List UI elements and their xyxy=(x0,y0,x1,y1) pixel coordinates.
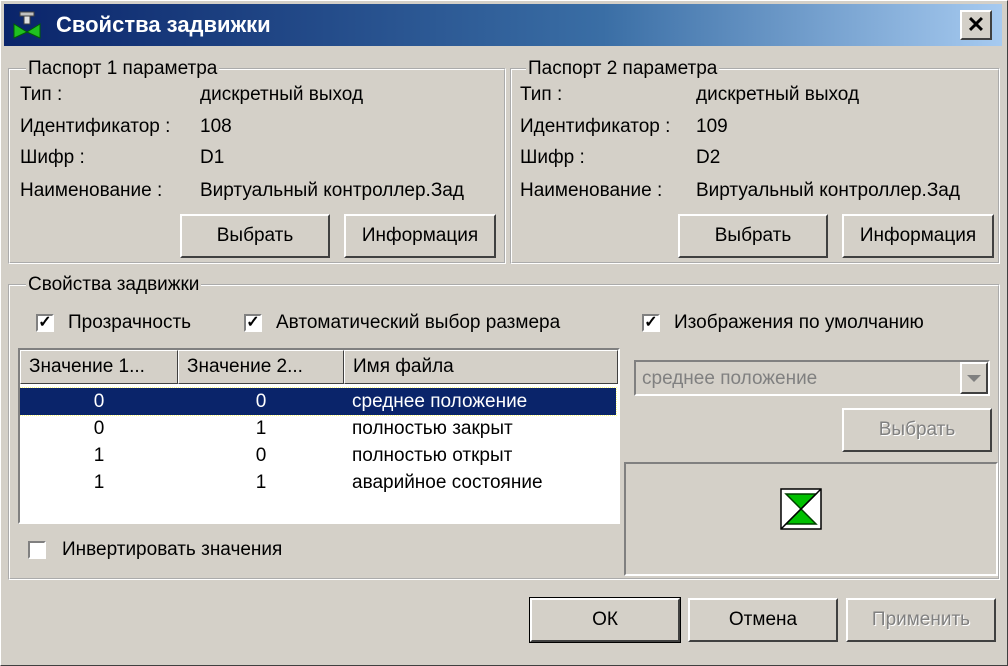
p1-select-button[interactable]: Выбрать xyxy=(180,214,330,258)
p2-name-value: Виртуальный контроллер.Зад xyxy=(696,180,960,201)
invert-checkbox[interactable] xyxy=(28,541,46,559)
cell-value2: 0 xyxy=(255,444,267,466)
p1-name-value: Виртуальный контроллер.Зад xyxy=(200,180,464,201)
column-header-value2[interactable]: Значение 2... xyxy=(178,350,344,384)
cell-value1: 1 xyxy=(93,444,105,466)
p2-type-label: Тип : xyxy=(520,84,563,105)
cell-value1: 0 xyxy=(93,390,105,412)
image-combobox[interactable]: среднее положение xyxy=(634,360,990,396)
image-preview-panel xyxy=(624,462,998,576)
window-title: Свойства задвижки xyxy=(56,12,271,37)
p2-select-button[interactable]: Выбрать xyxy=(678,214,828,258)
image-combobox-value: среднее положение xyxy=(642,368,818,389)
p2-code-label: Шифр : xyxy=(520,147,585,168)
auto-size-checkbox[interactable]: ✓ xyxy=(244,314,262,332)
transparency-label[interactable]: Прозрачность xyxy=(68,312,191,334)
close-icon: ✕ xyxy=(966,12,986,37)
p1-code-label: Шифр : xyxy=(20,147,85,168)
cancel-button[interactable]: Отмена xyxy=(688,598,838,642)
title-bar[interactable]: Свойства задвижки ✕ xyxy=(4,4,1002,46)
column-header-filename[interactable]: Имя файла xyxy=(344,350,618,384)
check-icon: ✓ xyxy=(644,314,658,331)
p2-name-label: Наименование : xyxy=(520,180,663,201)
cell-filename: среднее положение xyxy=(352,390,528,412)
valve-app-icon xyxy=(12,10,42,40)
image-table[interactable]: Значение 1... Значение 2... Имя файла 0 … xyxy=(18,348,620,524)
table-row[interactable]: 0 1 полностью закрыт xyxy=(20,415,618,442)
chevron-down-icon xyxy=(967,374,981,382)
cell-value2: 1 xyxy=(255,471,267,493)
passport-2-legend: Паспорт 2 параметра xyxy=(526,58,720,80)
p1-type-value: дискретный выход xyxy=(200,84,364,105)
cell-value1: 0 xyxy=(93,417,105,439)
p2-code-value: D2 xyxy=(696,147,721,168)
cell-value2: 1 xyxy=(255,417,267,439)
check-icon: ✓ xyxy=(246,314,260,331)
p1-id-value: 108 xyxy=(200,116,232,137)
apply-button[interactable]: Применить xyxy=(846,598,996,642)
passport-1-legend: Паспорт 1 параметра xyxy=(26,58,220,80)
close-button[interactable]: ✕ xyxy=(960,10,992,40)
p1-id-label: Идентификатор : xyxy=(20,116,171,137)
cell-filename: полностью закрыт xyxy=(352,417,513,439)
valve-preview-icon xyxy=(780,488,822,530)
image-select-button[interactable]: Выбрать xyxy=(842,408,992,452)
cell-filename: полностью открыт xyxy=(352,444,513,466)
table-row[interactable]: 0 0 среднее положение xyxy=(20,387,617,416)
table-row[interactable]: 1 0 полностью открыт xyxy=(20,442,618,469)
ok-button[interactable]: ОК xyxy=(529,597,681,643)
cell-value2: 0 xyxy=(255,390,267,412)
p1-code-value: D1 xyxy=(200,147,225,168)
column-header-value1[interactable]: Значение 1... xyxy=(20,350,178,384)
p2-id-value: 109 xyxy=(696,116,728,137)
p2-id-label: Идентификатор : xyxy=(520,116,671,137)
cell-filename: аварийное состояние xyxy=(352,471,543,493)
cell-value1: 1 xyxy=(93,471,105,493)
invert-label[interactable]: Инвертировать значения xyxy=(62,539,282,561)
combobox-dropdown-button[interactable] xyxy=(960,362,988,394)
table-body: 0 0 среднее положение 0 1 полностью закр… xyxy=(20,387,618,496)
p2-info-button[interactable]: Информация xyxy=(842,214,994,258)
p1-type-label: Тип : xyxy=(20,84,63,105)
p2-type-value: дискретный выход xyxy=(696,84,860,105)
auto-size-label[interactable]: Автоматический выбор размера xyxy=(276,312,560,334)
table-header: Значение 1... Значение 2... Имя файла xyxy=(20,350,618,384)
p1-name-label: Наименование : xyxy=(20,180,163,201)
default-images-label[interactable]: Изображения по умолчанию xyxy=(674,312,924,334)
valve-properties-legend: Свойства задвижки xyxy=(26,274,202,296)
default-images-checkbox[interactable]: ✓ xyxy=(642,314,660,332)
transparency-checkbox[interactable]: ✓ xyxy=(36,314,54,332)
table-row[interactable]: 1 1 аварийное состояние xyxy=(20,469,618,496)
check-icon: ✓ xyxy=(38,314,52,331)
p1-info-button[interactable]: Информация xyxy=(344,214,496,258)
